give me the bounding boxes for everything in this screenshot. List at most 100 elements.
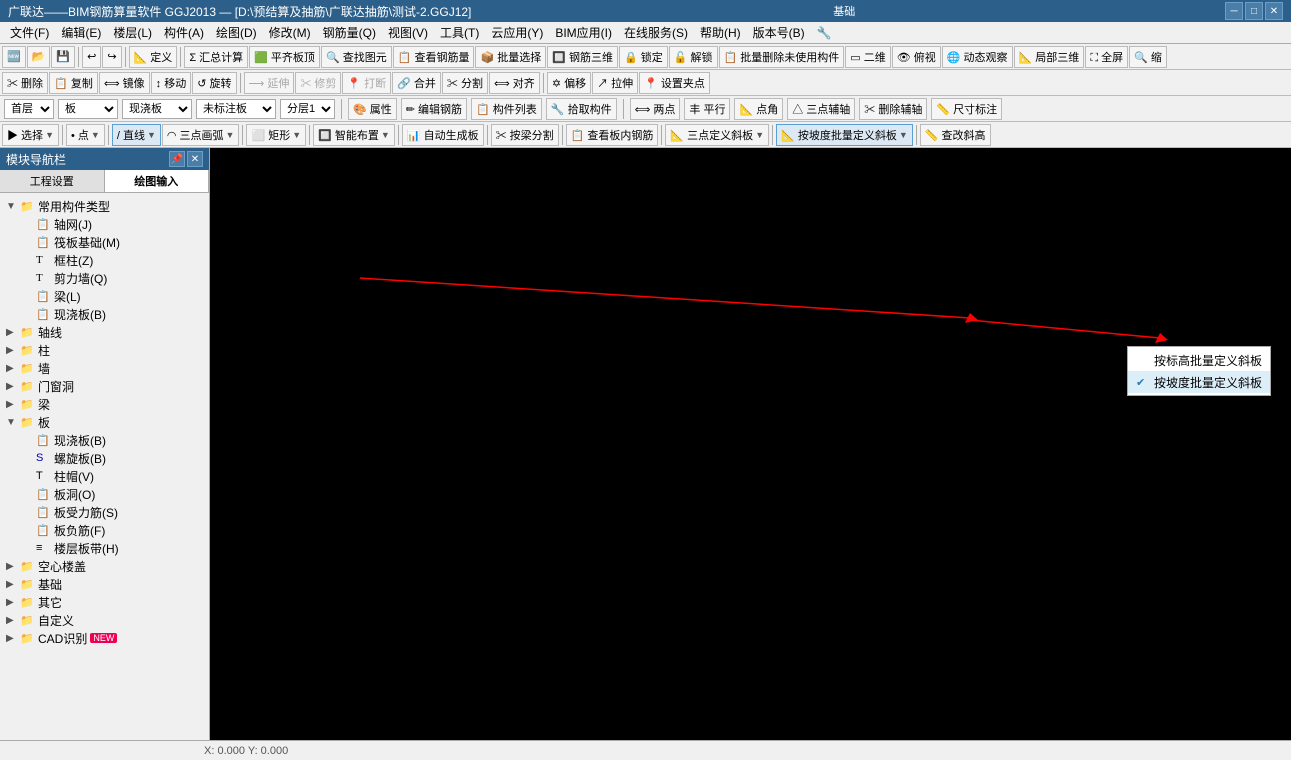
tree-item-door-group[interactable]: ▶ 📁 门窗洞 (2, 377, 207, 395)
set-grip-button[interactable]: 📍 设置夹点 (639, 72, 710, 94)
tree-item-wall-group[interactable]: ▶ 📁 墙 (2, 359, 207, 377)
menu-bim[interactable]: BIM应用(I) (549, 22, 618, 44)
line-tool-button[interactable]: / 直线 ▼ (112, 124, 161, 146)
tree-item-cast-slab[interactable]: 📋 现浇板(B) (18, 431, 207, 449)
top-view-button[interactable]: 👁 俯视 (892, 46, 941, 68)
zoom-button[interactable]: 🔍 缩 (1129, 46, 1167, 68)
level-top-button[interactable]: 🟩 平齐板顶 (249, 46, 320, 68)
floor-select[interactable]: 首层 (4, 99, 54, 119)
tree-item-col-group[interactable]: ▶ 📁 柱 (2, 341, 207, 359)
annotation-select[interactable]: 未标注板 (196, 99, 276, 119)
dimension-button[interactable]: 📏 尺寸标注 (931, 98, 1002, 120)
menu-file[interactable]: 文件(F) (4, 22, 55, 44)
2d-button[interactable]: ▭ 二维 (845, 46, 890, 68)
merge-button[interactable]: 🔗 合并 (392, 72, 441, 94)
pick-component-button[interactable]: 🔧 拾取构件 (546, 98, 617, 120)
split-beam-button[interactable]: ✂ 按梁分割 (491, 124, 559, 146)
tree-item-custom-group[interactable]: ▶ 📁 自定义 (2, 611, 207, 629)
sidebar-pin-button[interactable]: 📌 (169, 151, 185, 167)
menu-edit[interactable]: 编辑(E) (55, 22, 107, 44)
two-point-button[interactable]: ⟺ 两点 (630, 98, 681, 120)
move-button[interactable]: ↕ 移动 (151, 72, 192, 94)
edit-rebar-button[interactable]: ✏ 编辑钢筋 (401, 98, 467, 120)
tree-item-shear-wall[interactable]: T 剪力墙(Q) (18, 269, 207, 287)
batch-delete-button[interactable]: 📋 批量删除未使用构件 (719, 46, 845, 68)
find-button[interactable]: 🔍 查找图元 (321, 46, 392, 68)
tree-item-other-group[interactable]: ▶ 📁 其它 (2, 593, 207, 611)
local-3d-button[interactable]: 📐 局部三维 (1014, 46, 1085, 68)
menu-rebar[interactable]: 钢筋量(Q) (317, 22, 382, 44)
tree-item-axis-group[interactable]: ▶ 📁 轴线 (2, 323, 207, 341)
redo-button[interactable]: ↪ (102, 46, 121, 68)
unlock-button[interactable]: 🔓 解锁 (669, 46, 718, 68)
tab-project-settings[interactable]: 工程设置 (0, 170, 105, 192)
mirror-button[interactable]: ⟺ 镜像 (99, 72, 150, 94)
tree-item-foundation-group[interactable]: ▶ 📁 基础 (2, 575, 207, 593)
menu-version[interactable]: 版本号(B) (747, 22, 811, 44)
calc-button[interactable]: Σ 汇总计算 (184, 46, 248, 68)
delete-axis-button[interactable]: ✂ 删除辅轴 (859, 98, 927, 120)
define-button[interactable]: 📐 定义 (129, 46, 178, 68)
minimize-button[interactable]: ─ (1225, 2, 1243, 20)
arc-tool-button[interactable]: ◠ 三点画弧 ▼ (162, 124, 240, 146)
check-slope-height-button[interactable]: 📏 查改斜高 (920, 124, 991, 146)
rect-tool-button[interactable]: ⬜ 矩形 ▼ (246, 124, 306, 146)
menu-floor[interactable]: 楼层(L) (107, 22, 158, 44)
menu-tools[interactable]: 工具(T) (434, 22, 485, 44)
tree-item-cad-group[interactable]: ▶ 📁 CAD识别 NEW (2, 629, 207, 647)
auto-gen-button[interactable]: 📊 自动生成板 (402, 124, 484, 146)
type-select[interactable]: 板 (58, 99, 118, 119)
menu-draw[interactable]: 绘图(D) (210, 22, 263, 44)
tab-drawing-input[interactable]: 绘图输入 (105, 170, 210, 192)
tree-item-col-cap[interactable]: T 柱帽(V) (18, 467, 207, 485)
view-rebar-button[interactable]: 📋 查看钢筋量 (393, 46, 475, 68)
open-button[interactable]: 📂 (27, 46, 51, 68)
extend-button[interactable]: ⟶ 延伸 (244, 72, 295, 94)
undo-button[interactable]: ↩ (82, 46, 101, 68)
maximize-button[interactable]: □ (1245, 2, 1263, 20)
tree-item-col[interactable]: T 框柱(Z) (18, 251, 207, 269)
lock-button[interactable]: 🔒 锁定 (619, 46, 668, 68)
menu-online[interactable]: 在线服务(S) (618, 22, 694, 44)
batch-slope-button[interactable]: 📐 按坡度批量定义斜板 ▼ (776, 124, 913, 146)
property-button[interactable]: 🎨 属性 (348, 98, 397, 120)
tree-item-floor-band[interactable]: ≡ 楼层板带(H) (18, 539, 207, 557)
tree-item-beam-group[interactable]: ▶ 📁 梁 (2, 395, 207, 413)
select-tool-button[interactable]: ▶ 选择 ▼ (2, 124, 59, 146)
canvas-area[interactable]: K Y X b 按标高批量定义斜板 ✔ 按坡度批量定义斜板 (210, 148, 1291, 740)
point-tool-button[interactable]: • 点 ▼ (66, 124, 105, 146)
tree-item-slab-rebar[interactable]: 📋 板受力筋(S) (18, 503, 207, 521)
tree-item-raft[interactable]: 📋 筏板基础(M) (18, 233, 207, 251)
fullscreen-button[interactable]: ⛶ 全屏 (1085, 46, 1128, 68)
tree-item-beam[interactable]: 📋 梁(L) (18, 287, 207, 305)
stretch-button[interactable]: ↗ 拉伸 (592, 72, 638, 94)
break-button[interactable]: 📍 打断 (342, 72, 391, 94)
dropdown-item-slope[interactable]: ✔ 按坡度批量定义斜板 (1128, 371, 1270, 393)
rotate-button[interactable]: ↺ 旋转 (192, 72, 236, 94)
three-point-slope-button[interactable]: 📐 三点定义斜板 ▼ (665, 124, 769, 146)
parallel-button[interactable]: 丰 平行 (684, 98, 730, 120)
tree-item-slab-group[interactable]: ▼ 📁 板 (2, 413, 207, 431)
sidebar-close-button[interactable]: ✕ (187, 151, 203, 167)
orbit-button[interactable]: 🌐 动态观察 (942, 46, 1013, 68)
rebar-3d-button[interactable]: 🔲 钢筋三维 (547, 46, 618, 68)
dropdown-item-elevation[interactable]: 按标高批量定义斜板 (1128, 349, 1270, 371)
menu-cloud[interactable]: 云应用(Y) (485, 22, 549, 44)
new-button[interactable]: 🆕 (2, 46, 26, 68)
point-angle-button[interactable]: 📐 点角 (734, 98, 783, 120)
menu-component[interactable]: 构件(A) (158, 22, 210, 44)
three-point-axis-button[interactable]: △ 三点辅轴 (787, 98, 855, 120)
view-board-rebar-button[interactable]: 📋 查看板内钢筋 (566, 124, 659, 146)
batch-select-button[interactable]: 📦 批量选择 (475, 46, 546, 68)
tree-item-slab[interactable]: 📋 现浇板(B) (18, 305, 207, 323)
align-button[interactable]: ⟺ 对齐 (489, 72, 540, 94)
menu-modify[interactable]: 修改(M) (263, 22, 317, 44)
division-select[interactable]: 分层1 (280, 99, 335, 119)
offset-button[interactable]: ✡ 偏移 (547, 72, 591, 94)
tree-item-spiral-slab[interactable]: S 螺旋板(B) (18, 449, 207, 467)
copy-button[interactable]: 📋 复制 (49, 72, 98, 94)
menu-settings-icon[interactable]: 🔧 (811, 22, 838, 44)
tree-item-axis[interactable]: 📋 轴网(J) (18, 215, 207, 233)
delete-button[interactable]: ✂ 删除 (2, 72, 48, 94)
tree-item-hollow-group[interactable]: ▶ 📁 空心楼盖 (2, 557, 207, 575)
